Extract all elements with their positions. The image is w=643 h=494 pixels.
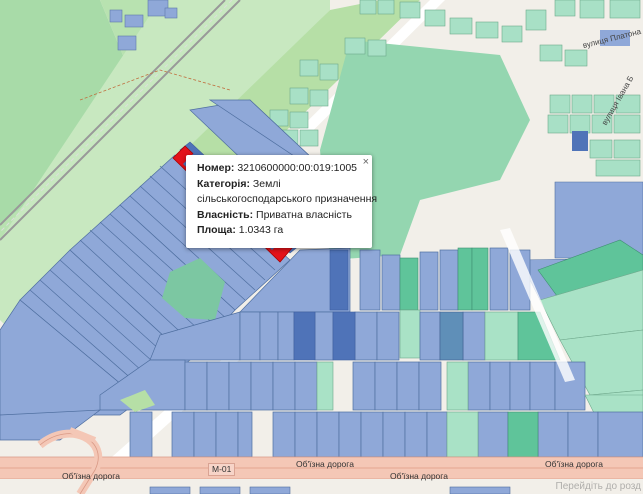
road-label-3: Об'їзна дорога [296,459,354,469]
area-value: 1.0343 га [238,224,284,236]
ownership-label: Власність: [197,208,254,221]
category-label: Категорія: [197,177,250,190]
road-label-4: Об'їзна дорога [545,459,603,469]
parcel-info-popup: × Номер: 3210600000:00:019:1005 Категорі… [186,155,378,248]
cadastral-map[interactable]: Об'їзна дорога Об'їзна дорога Об'їзна до… [0,0,643,494]
area-label: Площа: [197,224,236,236]
parcel-category-row: Категорія: Землі [197,177,364,193]
highway-shield-m01: М-01 [208,463,236,476]
ownership-value: Приватна власність [256,208,352,221]
parcel-area-row: Площа: 1.0343 га [197,223,364,239]
close-icon[interactable]: × [363,155,369,171]
category-value-line1: Землі [252,177,281,190]
number-label: Номер: [197,162,235,174]
road-label-1: Об'їзна дорога [62,471,120,481]
category-value-line2: сільськогосподарського призначення [197,193,378,205]
parcel-number-row: Номер: 3210600000:00:019:1005 [197,161,364,177]
number-value: 3210600000:00:019:1005 [237,162,358,174]
watermark-text: Перейдіть до розд [555,481,641,492]
parcel-ownership-row: Власність: Приватна власність [197,208,364,224]
road-label-2: Об'їзна дорога [390,471,448,481]
